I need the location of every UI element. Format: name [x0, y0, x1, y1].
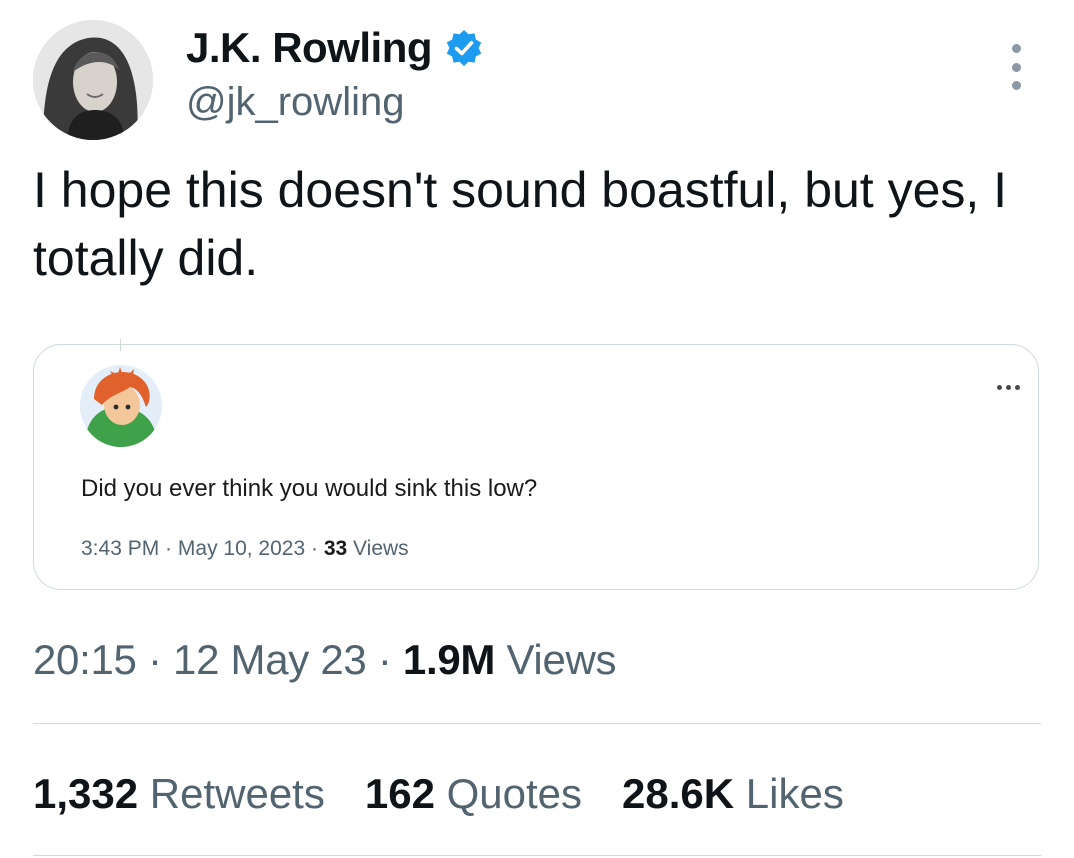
- retweets-count: 1,332: [33, 770, 139, 817]
- likes-count: 28.6K: [622, 770, 735, 817]
- retweets-stat[interactable]: 1,332 Retweets: [33, 770, 325, 818]
- meta-sep: ·: [366, 636, 403, 683]
- quoted-tweet-text: Did you ever think you would sink this l…: [81, 475, 538, 502]
- quoted-sep: ·: [159, 537, 178, 560]
- quotes-count: 162: [364, 770, 435, 817]
- author-avatar[interactable]: [33, 20, 153, 140]
- quote-divider-tick: [120, 339, 121, 351]
- divider: [33, 855, 1041, 856]
- quotes-label: Quotes: [434, 770, 583, 817]
- quoted-sep: ·: [305, 537, 324, 560]
- quoted-author-avatar[interactable]: [80, 365, 162, 447]
- engagement-stats: 1,332 Retweets 162 Quotes 28.6K Likes: [33, 770, 844, 818]
- tweet-meta: 20:15 · 12 May 23 · 1.9M Views: [33, 636, 617, 684]
- quoted-time: 3:43 PM: [81, 537, 160, 560]
- likes-label: Likes: [734, 770, 844, 817]
- avatar-photo: [33, 20, 153, 140]
- author-handle[interactable]: @jk_rowling: [186, 80, 404, 125]
- divider: [33, 723, 1041, 724]
- tweet-views-label: Views: [495, 636, 617, 683]
- tweet-date[interactable]: 12 May 23: [173, 636, 367, 683]
- quotes-stat[interactable]: 162 Quotes: [365, 770, 582, 818]
- tweet-views-count: 1.9M: [402, 636, 496, 683]
- tweet-text: I hope this doesn't sound boastful, but …: [33, 162, 1008, 286]
- author-display-name[interactable]: J.K. Rowling: [186, 24, 433, 72]
- quoted-views-label: Views: [347, 537, 409, 560]
- author-name-row: J.K. Rowling: [186, 24, 484, 72]
- quoted-tweet-card[interactable]: Did you ever think you would sink this l…: [33, 339, 1039, 590]
- retweets-label: Retweets: [138, 770, 325, 817]
- quoted-date: May 10, 2023: [177, 537, 306, 560]
- cartoon-avatar-icon: [80, 365, 162, 447]
- likes-stat[interactable]: 28.6K Likes: [622, 770, 844, 818]
- more-vertical-icon[interactable]: [1006, 44, 1026, 90]
- verified-badge-icon: [446, 30, 482, 66]
- quoted-tweet-meta: 3:43 PM · May 10, 2023 · 33 Views: [81, 537, 409, 561]
- tweet-time[interactable]: 20:15: [33, 636, 137, 683]
- meta-sep: ·: [136, 636, 174, 683]
- more-horizontal-icon[interactable]: [997, 385, 1020, 390]
- quoted-views-count: 33: [323, 537, 348, 560]
